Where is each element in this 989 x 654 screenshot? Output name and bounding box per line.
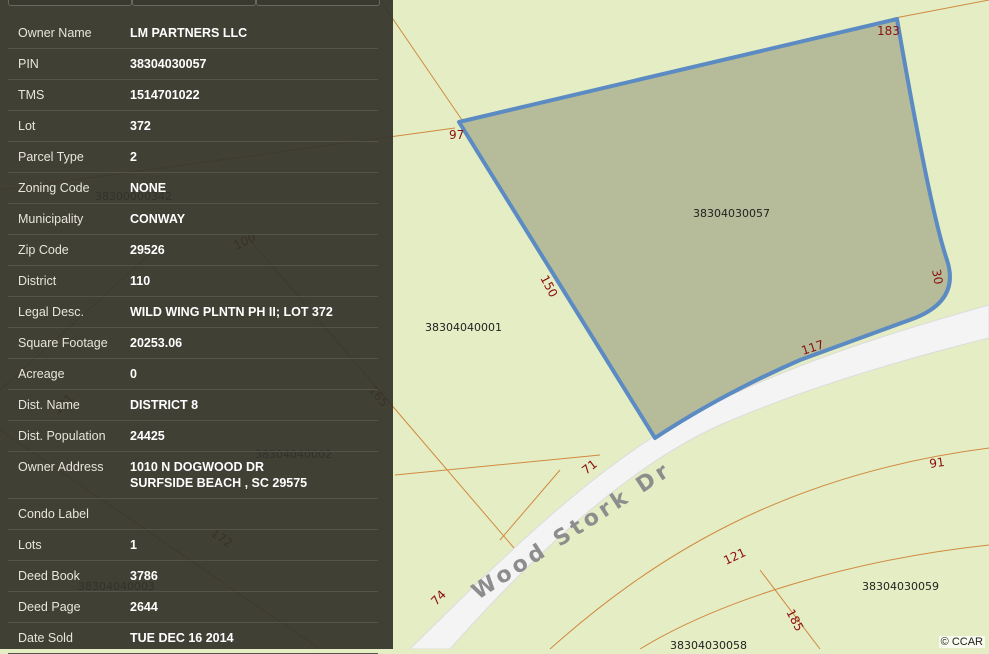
row-value: 1514701022 xyxy=(130,88,200,102)
dim-northwest: 97 xyxy=(449,128,464,142)
row-value: 372 xyxy=(130,119,151,133)
panel-tab-3[interactable] xyxy=(256,0,380,6)
dim-east: 30 xyxy=(929,268,945,285)
parcel-attribute-table: Owner Name LM PARTNERS LLC PIN 38304030057… xyxy=(8,18,378,654)
panel-tabs xyxy=(0,0,393,6)
row-dist-name: Dist. Name DISTRICT 8 xyxy=(8,390,378,421)
row-owner-address: Owner Address 1010 N DOGWOOD DR SURFSIDE B… xyxy=(8,452,378,499)
row-value: LM PARTNERS LLC xyxy=(130,26,248,40)
row-value: 2 xyxy=(130,150,137,164)
row-lots: Lots 1 xyxy=(8,530,378,561)
row-parcel-type: Parcel Type 2 xyxy=(8,142,378,173)
row-label: Condo Label xyxy=(18,507,89,521)
row-value: NONE xyxy=(130,181,167,195)
row-lot: Lot 372 xyxy=(8,111,378,142)
owner-address-line-1: 1010 N DOGWOOD DR xyxy=(130,460,265,474)
row-tms: TMS 1514701022 xyxy=(8,80,378,111)
row-zip-code: Zip Code 29526 xyxy=(8,235,378,266)
row-value: 0 xyxy=(130,367,137,381)
row-label: Lot xyxy=(18,119,36,133)
row-value: WILD WING PLNTN PH II; LOT 372 xyxy=(130,305,333,319)
dim-north: 183 xyxy=(877,24,900,38)
selected-parcel-label: 38304030057 xyxy=(693,207,770,220)
parcel-label-west: 38304040001 xyxy=(425,321,502,334)
row-label: PIN xyxy=(18,57,39,71)
row-deed-page: Deed Page 2644 xyxy=(8,592,378,623)
row-acreage: Acreage 0 xyxy=(8,359,378,390)
row-label: Municipality xyxy=(18,212,84,226)
row-label: Deed Book xyxy=(18,569,80,583)
row-legal-desc: Legal Desc. WILD WING PLNTN PH II; LOT 37… xyxy=(8,297,378,328)
row-label: District xyxy=(18,274,57,288)
row-label: Owner Address xyxy=(18,460,104,474)
row-label: TMS xyxy=(18,88,45,102)
panel-tab-1[interactable] xyxy=(8,0,132,6)
row-label: Deed Page xyxy=(18,600,81,614)
owner-address-line-2: SURFSIDE BEACH , SC 29575 xyxy=(130,476,308,490)
row-label: Parcel Type xyxy=(18,150,84,164)
row-value: 110 xyxy=(130,274,151,288)
row-pin: PIN 38304030057 xyxy=(8,49,378,80)
row-label: Dist. Name xyxy=(18,398,80,412)
row-value: TUE DEC 16 2014 xyxy=(130,631,234,645)
row-label: Dist. Population xyxy=(18,429,106,443)
row-deed-book: Deed Book 3786 xyxy=(8,561,378,592)
row-square-footage: Square Footage 20253.06 xyxy=(8,328,378,359)
row-value: 1 xyxy=(130,538,137,552)
row-label: Acreage xyxy=(18,367,65,381)
row-value: 29526 xyxy=(130,243,165,257)
row-label: Zip Code xyxy=(18,243,69,257)
row-value: 20253.06 xyxy=(130,336,183,350)
row-label: Date Sold xyxy=(18,631,73,645)
row-condo-label: Condo Label xyxy=(8,499,378,530)
panel-tab-2[interactable] xyxy=(132,0,256,6)
row-label: Owner Name xyxy=(18,26,92,40)
row-value: 24425 xyxy=(130,429,165,443)
map-credit: © CCAR xyxy=(938,636,985,648)
row-date-sold: Date Sold TUE DEC 16 2014 xyxy=(8,623,378,654)
parcel-info-panel: Owner Name LM PARTNERS LLC PIN 38304030057… xyxy=(0,0,393,654)
parcel-label-southeast: 38304030059 xyxy=(862,580,939,593)
row-label: Lots xyxy=(18,538,42,552)
row-label: Legal Desc. xyxy=(18,305,85,319)
row-dist-population: Dist. Population 24425 xyxy=(8,421,378,452)
row-value: 1010 N DOGWOOD DR SURFSIDE BEACH , SC 295… xyxy=(130,459,307,491)
row-value: 2644 xyxy=(130,600,158,614)
row-value: CONWAY xyxy=(130,212,186,226)
row-label: Square Footage xyxy=(18,336,108,350)
row-owner-name: Owner Name LM PARTNERS LLC xyxy=(8,18,378,49)
row-district: District 110 xyxy=(8,266,378,297)
row-zoning-code: Zoning Code NONE xyxy=(8,173,378,204)
parcel-label-south: 38304030058 xyxy=(670,639,747,649)
dim-se-91: 91 xyxy=(928,455,945,471)
row-label: Zoning Code xyxy=(18,181,90,195)
row-value: 38304030057 xyxy=(130,57,207,71)
row-value: 3786 xyxy=(130,569,158,583)
row-municipality: Municipality CONWAY xyxy=(8,204,378,235)
row-value: DISTRICT 8 xyxy=(130,398,199,412)
